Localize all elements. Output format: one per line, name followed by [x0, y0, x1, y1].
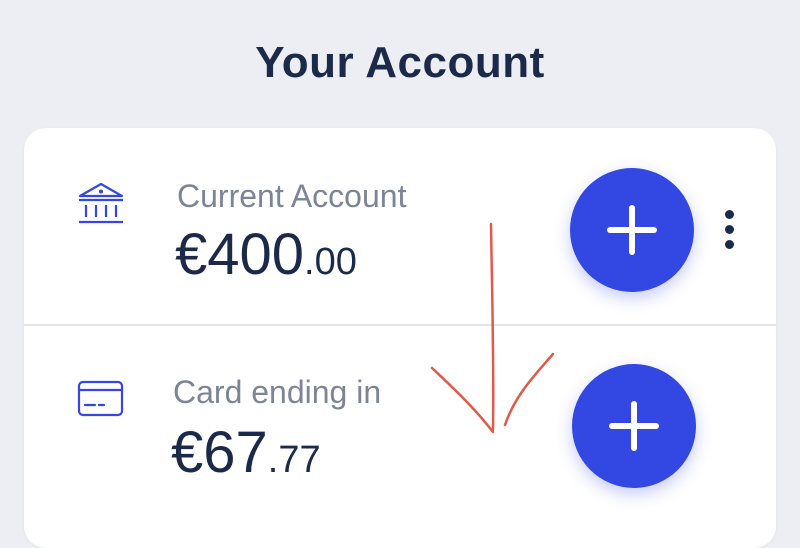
account-label: Current Account: [177, 178, 407, 214]
more-vertical-icon-dot: [725, 240, 734, 249]
balance-minor: .77: [267, 439, 321, 481]
add-money-button[interactable]: [570, 168, 694, 292]
credit-card-icon: [76, 376, 126, 426]
plus-icon: [607, 205, 657, 255]
account-balance: €400.00: [175, 226, 357, 284]
card-balance: €67.77: [171, 424, 321, 482]
balance-major: €67: [171, 420, 268, 485]
plus-icon: [609, 401, 659, 451]
card-label: Card ending in: [173, 374, 382, 410]
bank-icon: [76, 180, 126, 230]
page-title: Your Account: [255, 38, 545, 87]
account-row-card[interactable]: Card ending in €67.77: [24, 326, 776, 522]
more-options-button[interactable]: [718, 208, 742, 252]
add-card-money-button[interactable]: [572, 364, 696, 488]
more-vertical-icon: [725, 210, 734, 219]
balance-major: €400: [175, 222, 305, 287]
accounts-card: Current Account €400.00 Card ending in €…: [24, 128, 776, 548]
account-row-current[interactable]: Current Account €400.00: [24, 128, 776, 324]
balance-minor: .00: [304, 241, 357, 283]
more-vertical-icon-dot: [725, 225, 734, 234]
